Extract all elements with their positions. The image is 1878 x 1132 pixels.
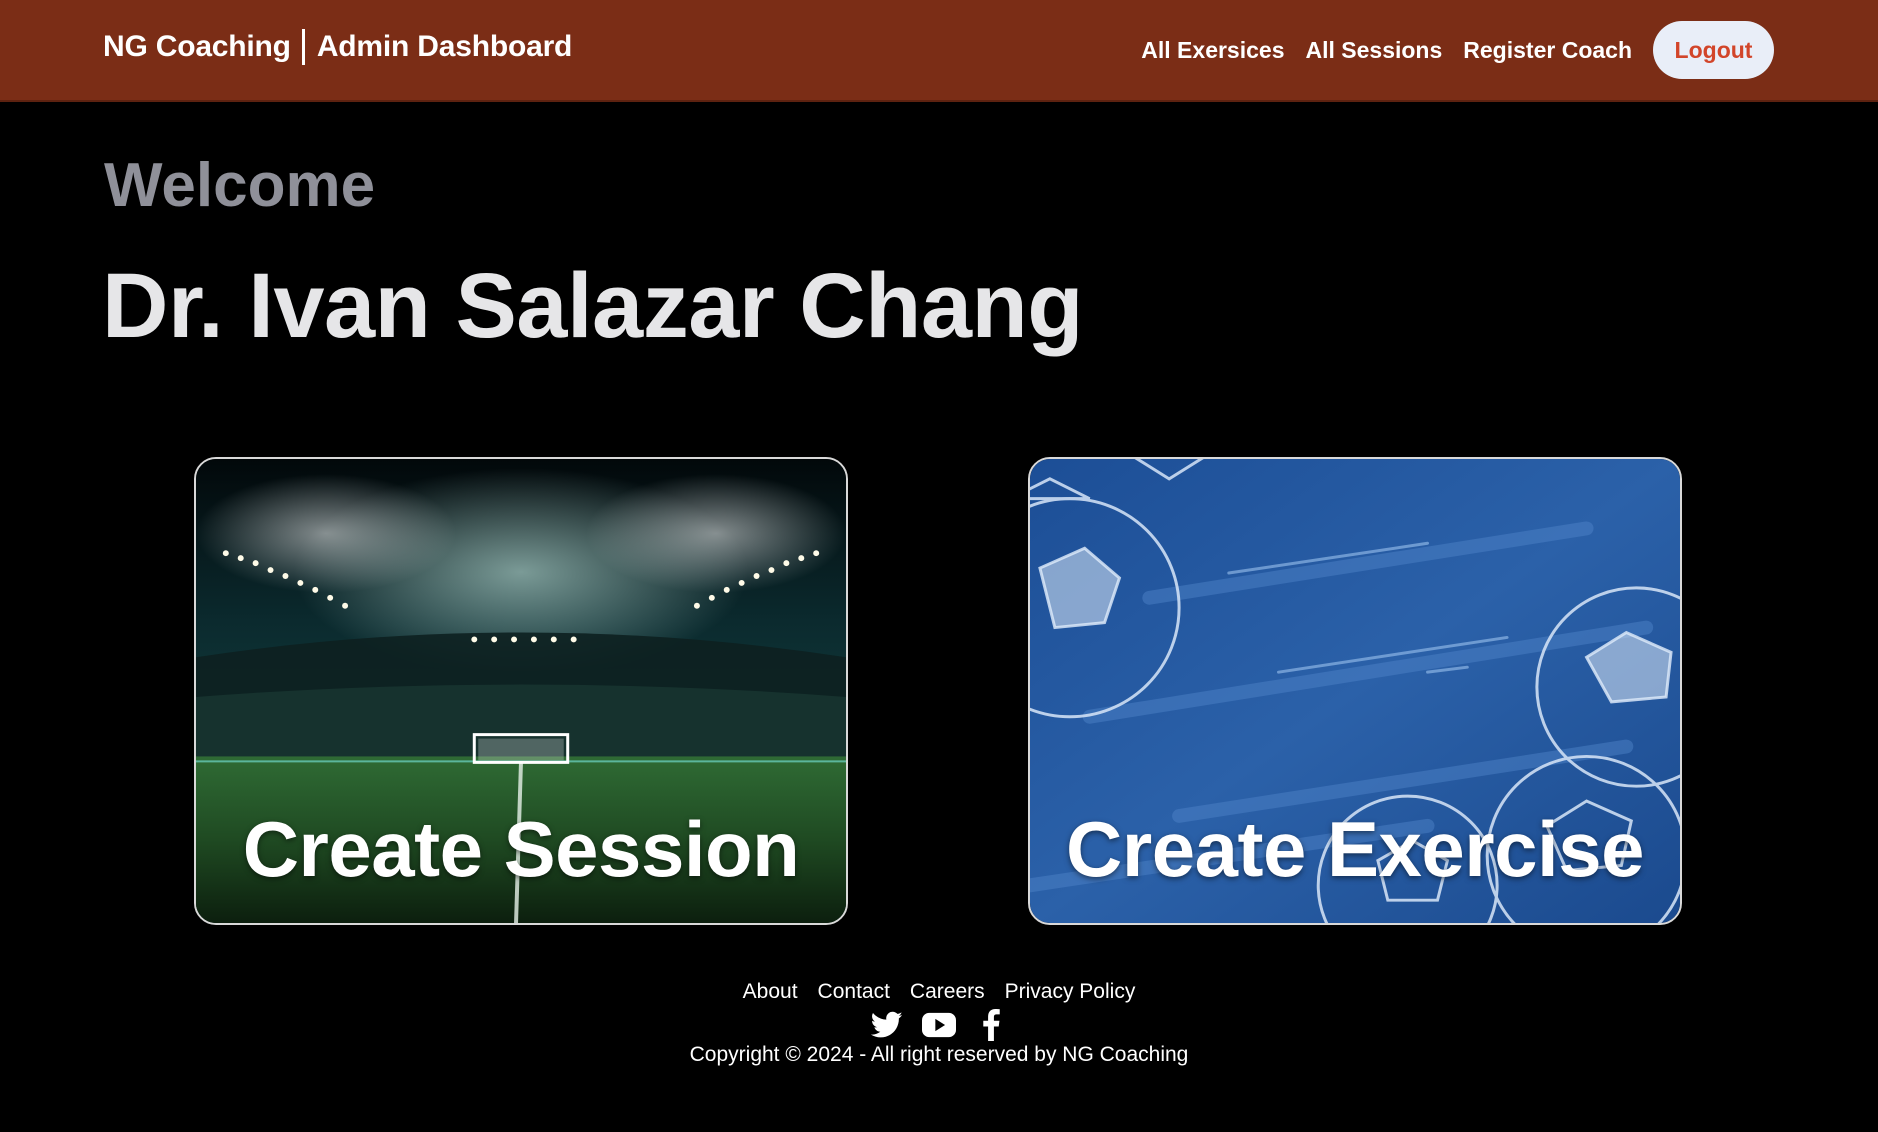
footer-links: About Contact Careers Privacy Policy: [0, 980, 1878, 1004]
create-exercise-label: Create Exercise: [1066, 805, 1644, 893]
brand-subtitle: Admin Dashboard: [316, 30, 573, 63]
logout-button[interactable]: Logout: [1653, 21, 1774, 79]
create-session-label: Create Session: [242, 805, 800, 893]
nav-links: All Exersices All Sessions Register Coac…: [1120, 21, 1774, 79]
social-links: [0, 1008, 1878, 1042]
footer-link-privacy-policy[interactable]: Privacy Policy: [1005, 980, 1136, 1004]
nav-all-exercises[interactable]: All Exersices: [1141, 37, 1284, 64]
welcome-heading: Welcome: [104, 151, 376, 220]
top-navbar: NG Coaching Admin Dashboard All Exersice…: [0, 0, 1878, 102]
footer-link-careers[interactable]: Careers: [910, 980, 985, 1004]
footer-link-contact[interactable]: Contact: [818, 980, 890, 1004]
youtube-icon[interactable]: [922, 1008, 956, 1042]
nav-register-coach[interactable]: Register Coach: [1463, 37, 1632, 64]
brand-name: NG Coaching: [103, 30, 291, 63]
brand-divider: [301, 29, 305, 65]
footer-link-about[interactable]: About: [743, 980, 798, 1004]
user-name-heading: Dr. Ivan Salazar Chang: [102, 255, 1083, 357]
brand-title[interactable]: NG Coaching Admin Dashboard: [103, 29, 572, 65]
nav-all-sessions[interactable]: All Sessions: [1306, 37, 1443, 64]
twitter-icon[interactable]: [870, 1008, 904, 1042]
facebook-icon[interactable]: [974, 1008, 1008, 1042]
copyright-text: Copyright © 2024 - All right reserved by…: [689, 1043, 1189, 1066]
create-session-card[interactable]: Create Session: [194, 457, 848, 925]
create-exercise-card[interactable]: Create Exercise: [1028, 457, 1682, 925]
